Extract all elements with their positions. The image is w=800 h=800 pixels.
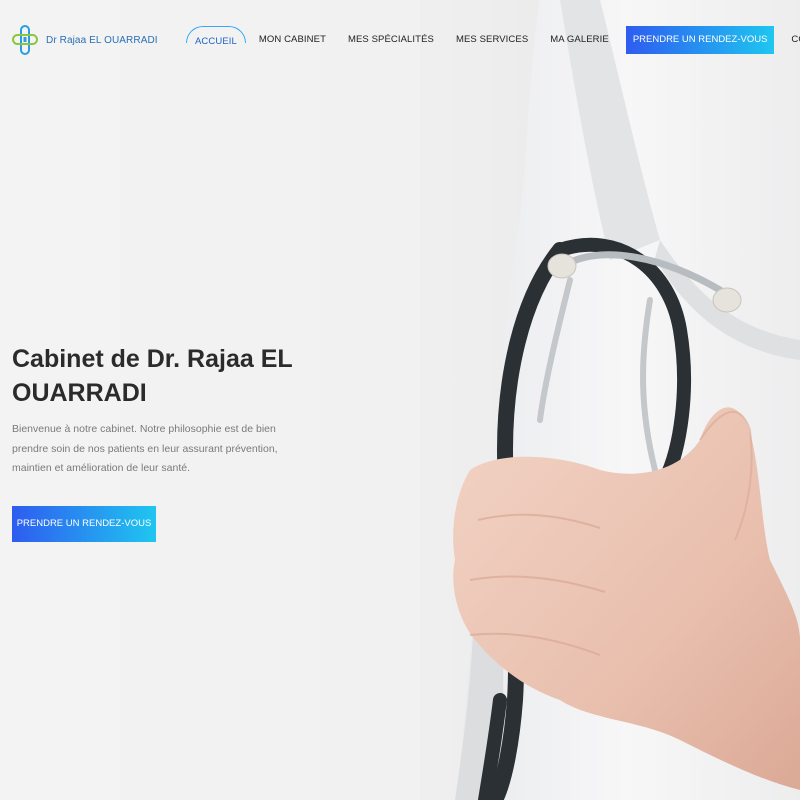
nav-appointment-button[interactable]: PRENDRE UN RENDEZ-VOUS (625, 26, 775, 54)
nav-item-mes-specialites[interactable]: MES SPÉCIALITÉS (337, 26, 445, 54)
main-nav: ACCUEIL MON CABINET MES SPÉCIALITÉS MES … (184, 26, 800, 54)
nav-item-mes-services[interactable]: MES SERVICES (445, 26, 539, 54)
logo-text: Dr Rajaa EL OUARRADI (46, 34, 158, 46)
site-logo[interactable]: Dr Rajaa EL OUARRADI (12, 24, 158, 56)
nav-item-label: MES SPÉCIALITÉS (347, 34, 434, 45)
site-header: Dr Rajaa EL OUARRADI ACCUEIL MON CABINET… (0, 0, 800, 80)
hero-description: Bienvenue à notre cabinet. Notre philoso… (12, 423, 278, 474)
hero-title: Cabinet de Dr. Rajaa EL OUARRADI (12, 345, 293, 407)
nav-item-mon-cabinet[interactable]: MON CABINET (248, 26, 337, 54)
nav-item-contactez-nous[interactable]: CONTACTEZ-NOUS (780, 26, 800, 54)
nav-item-accueil[interactable]: ACCUEIL (184, 26, 248, 54)
page: Dr Rajaa EL OUARRADI ACCUEIL MON CABINET… (0, 0, 800, 800)
hero-appointment-button[interactable]: PRENDRE UN RENDEZ-VOUS (12, 506, 156, 542)
nav-item-label: CONTACTEZ-NOUS (791, 34, 800, 45)
nav-item-label: MES SERVICES (455, 34, 529, 45)
nav-item-ma-galerie[interactable]: MA GALERIE (539, 26, 620, 54)
nav-item-label: MA GALERIE (550, 34, 609, 45)
nav-item-label: ACCUEIL (195, 36, 237, 47)
nav-item-label: MON CABINET (258, 34, 326, 45)
medical-cross-logo-icon (12, 25, 38, 55)
